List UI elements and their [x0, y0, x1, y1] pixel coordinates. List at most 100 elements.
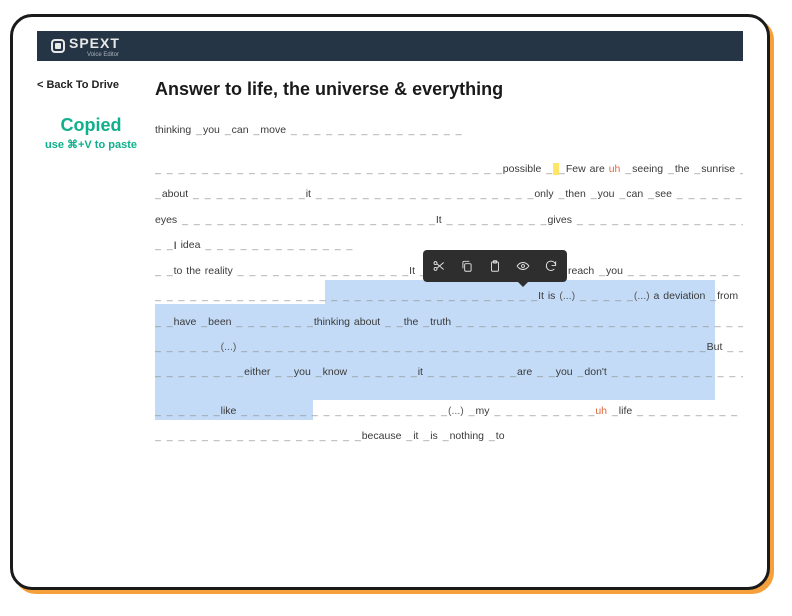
- word[interactable]: the: [404, 316, 419, 328]
- transcript-line[interactable]: _ _ _ _ _ _(...) _ _ _ _ _ _ _ _ _ _ _ _…: [155, 335, 743, 360]
- word[interactable]: gives: [548, 214, 573, 226]
- gap[interactable]: _: [418, 316, 430, 328]
- gap[interactable]: _ _ _ _ _ _ _ _ _ _ _ _ _ _ _ _ _ _ _ _ …: [451, 316, 743, 328]
- gap[interactable]: _: [191, 124, 203, 136]
- filler-word[interactable]: uh: [595, 405, 607, 417]
- cut-button[interactable]: [425, 254, 453, 278]
- word[interactable]: only: [534, 188, 553, 200]
- gap[interactable]: _ _ _ _ _: [738, 290, 743, 302]
- gap[interactable]: _: [663, 163, 675, 175]
- gap[interactable]: _ _ _ _ _ _: [155, 405, 221, 417]
- word[interactable]: have: [174, 316, 197, 328]
- word[interactable]: But: [707, 341, 723, 353]
- gap[interactable]: _ _ _ _ _ _ _ _ _ _ _ _ _ _ _ _ _ _ _ _ …: [632, 405, 743, 417]
- gap[interactable]: _: [401, 430, 413, 442]
- gap[interactable]: _: [620, 163, 632, 175]
- transcript-line[interactable]: eyes _ _ _ _ _ _ _ _ _ _ _ _ _ _ _ _ _ _…: [155, 208, 743, 233]
- gap[interactable]: _: [464, 405, 476, 417]
- word[interactable]: don't: [584, 366, 606, 378]
- word[interactable]: you: [556, 366, 573, 378]
- gap[interactable]: _ _: [722, 341, 743, 353]
- gap[interactable]: _: [690, 163, 702, 175]
- gap[interactable]: _ _ _ _ _ _ _ _ _ _ _ _ _ _ _ _ _ _ _ _ …: [177, 214, 436, 226]
- gap[interactable]: _ _: [155, 316, 174, 328]
- gap[interactable]: _ _ _ _ _ _ _ _ _ _ _ _ _ _ _ _ _ _ _ _ …: [236, 341, 706, 353]
- gap[interactable]: _ _ _ _ _ _ _ _ _ _: [188, 188, 306, 200]
- gap[interactable]: _: [573, 366, 585, 378]
- word[interactable]: my: [476, 405, 490, 417]
- word[interactable]: can: [232, 124, 249, 136]
- pause-marker[interactable]: (...): [559, 290, 575, 302]
- word[interactable]: been: [208, 316, 231, 328]
- transcript-line[interactable]: thinking _you _can _move _ _ _ _ _ _ _ _…: [155, 118, 743, 143]
- filler-word[interactable]: uh: [609, 163, 621, 175]
- gap[interactable]: _: [155, 188, 162, 200]
- gap[interactable]: _: [249, 124, 261, 136]
- gap[interactable]: _ _ _ _ _ _ _ _ _ _ _ _ _ _ _ _ _ _ _: [572, 214, 743, 226]
- gap[interactable]: _ _ _ _ _ _ _ _ _ _ _ _ _ _ _ _ _ _ _: [311, 188, 534, 200]
- gap[interactable]: _ _: [155, 239, 174, 251]
- gap[interactable]: _ _ _ _ _ _ _ _ _: [490, 405, 596, 417]
- copy-button[interactable]: [453, 254, 481, 278]
- word[interactable]: is: [430, 430, 438, 442]
- word[interactable]: the: [675, 163, 690, 175]
- word[interactable]: a deviation: [654, 290, 706, 302]
- gap[interactable]: _ _: [270, 366, 294, 378]
- gap[interactable]: _ _ _ _ _ _: [347, 366, 418, 378]
- word[interactable]: can: [626, 188, 643, 200]
- word[interactable]: you: [203, 124, 220, 136]
- transcript-line[interactable]: _ _ _ _ _ _ _ _ _ _ _ _ _ _ _ _ _ _ _ _ …: [155, 157, 743, 182]
- word[interactable]: because: [362, 430, 402, 442]
- gap[interactable]: _: [541, 163, 553, 175]
- gap[interactable]: _ _ _ _ _ _ _ _ _ _ _ _ _ _ _: [607, 366, 743, 378]
- gap[interactable]: _ _ _ _ _ _ _ _ _ _ _ _: [623, 265, 743, 277]
- word[interactable]: from: [717, 290, 738, 302]
- word[interactable]: It is: [538, 290, 555, 302]
- gap[interactable]: _: [705, 290, 717, 302]
- gap[interactable]: _: [484, 430, 496, 442]
- word[interactable]: sunrise: [701, 163, 735, 175]
- gap[interactable]: _: [607, 405, 619, 417]
- word[interactable]: like: [221, 405, 237, 417]
- pause-marker[interactable]: (...): [634, 290, 650, 302]
- word[interactable]: Few are: [566, 163, 605, 175]
- gap[interactable]: _ _ _ _ _ _ _ _ _ _ _ _ _ _ _ _ _ _: [236, 405, 448, 417]
- word[interactable]: thinking: [155, 124, 191, 136]
- gap[interactable]: _: [311, 366, 323, 378]
- paste-button[interactable]: [481, 254, 509, 278]
- word[interactable]: are: [517, 366, 532, 378]
- gap[interactable]: _: [735, 163, 743, 175]
- gap[interactable]: _ _ _ _ _ _ _ _: [423, 366, 517, 378]
- gap[interactable]: _ _ _ _ _ _ _ _ _ _ _ _ _ _ _ _ _ _ _ _ …: [155, 290, 538, 302]
- word[interactable]: to the reality: [174, 265, 233, 277]
- word[interactable]: eyes: [155, 214, 177, 226]
- word[interactable]: see: [655, 188, 672, 200]
- gap[interactable]: _: [615, 188, 627, 200]
- transcript-line[interactable]: _ _ _ _ _ _ _ _ _ _ _ _ _ _ _ _ _ _ _ _ …: [155, 284, 743, 309]
- redo-button[interactable]: [537, 254, 565, 278]
- transcript-line[interactable]: _about _ _ _ _ _ _ _ _ _ _it _ _ _ _ _ _…: [155, 182, 743, 207]
- transcript-line[interactable]: _ _ _ _ _ _ _ _ _ _ _ _ _ _ _ _ _ _becau…: [155, 424, 743, 449]
- word[interactable]: to: [496, 430, 505, 442]
- transcript[interactable]: thinking _you _can _move _ _ _ _ _ _ _ _…: [155, 118, 743, 449]
- pause-marker[interactable]: (...): [448, 405, 464, 417]
- gap[interactable]: _: [438, 430, 450, 442]
- gap[interactable]: _: [586, 188, 598, 200]
- gap[interactable]: _ _ _ _ _ _ _ _ _ _ _ _ _ _ _: [233, 265, 409, 277]
- word[interactable]: move: [260, 124, 286, 136]
- word[interactable]: then: [565, 188, 585, 200]
- preview-button[interactable]: [509, 254, 537, 278]
- word[interactable]: nothing: [450, 430, 484, 442]
- word[interactable]: possible: [503, 163, 542, 175]
- transcript-line[interactable]: _ _ _ _ _ _like _ _ _ _ _ _ _ _ _ _ _ _ …: [155, 399, 743, 424]
- gap[interactable]: _: [196, 316, 208, 328]
- gap[interactable]: _ _: [155, 265, 174, 277]
- gap[interactable]: _ _ _ _ _: [575, 290, 634, 302]
- gap[interactable]: _ _: [532, 366, 556, 378]
- back-to-drive-link[interactable]: < Back To Drive: [37, 79, 145, 91]
- brand-logo[interactable]: SPEXT Voice Editor: [51, 35, 120, 58]
- gap[interactable]: _: [594, 265, 606, 277]
- gap[interactable]: _: [643, 188, 655, 200]
- gap[interactable]: _: [220, 124, 232, 136]
- word[interactable]: you: [598, 188, 615, 200]
